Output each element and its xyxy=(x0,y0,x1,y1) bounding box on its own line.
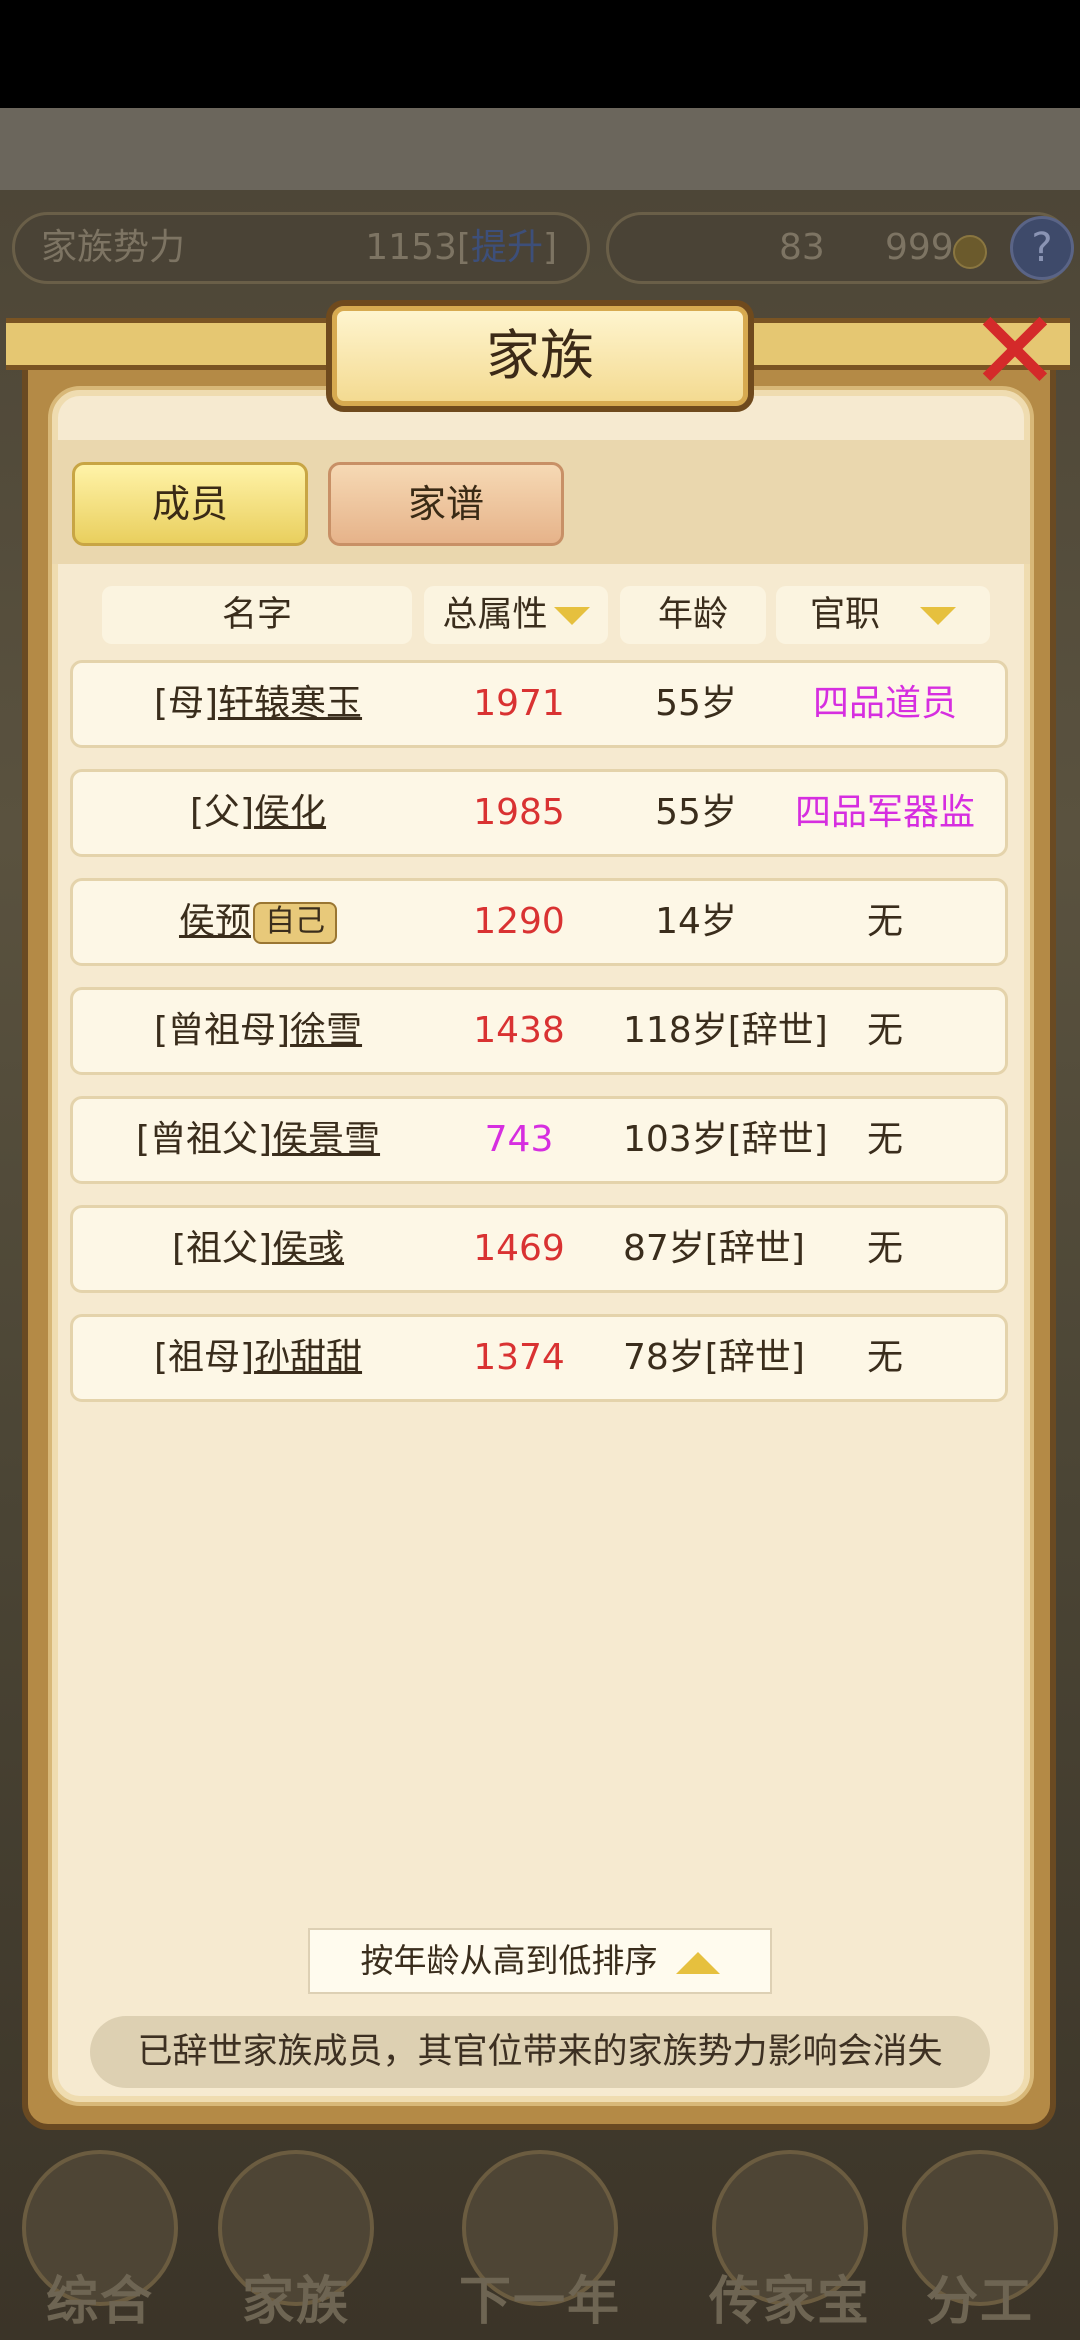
member-attr: 743 xyxy=(484,1119,554,1160)
member-attr: 1469 xyxy=(473,1228,565,1269)
nav-next-year[interactable]: 下一年 xyxy=(440,2140,640,2340)
member-attr: 1438 xyxy=(473,1010,565,1051)
nav-heirloom[interactable]: 传家宝 xyxy=(690,2140,890,2340)
member-name: [母]轩辕寒玉 xyxy=(153,683,363,724)
member-name: [曾祖母]徐雪 xyxy=(153,1010,363,1051)
member-name: [父]侯化 xyxy=(189,792,327,833)
member-post: 无 xyxy=(866,1228,903,1269)
member-link[interactable]: 侯彧 xyxy=(272,1228,344,1269)
member-link[interactable]: 侯化 xyxy=(254,792,326,833)
member-post: 四品军器监 xyxy=(794,792,975,833)
member-link[interactable]: 轩辕寒玉 xyxy=(218,683,362,724)
table-row[interactable]: [曾祖母]徐雪 1438 118岁[辞世] 无 xyxy=(70,987,1008,1075)
nav-label: 综合 xyxy=(45,2272,154,2332)
currency-bar: 83 999 xyxy=(606,212,1072,284)
family-power-bar: 家族势力 1153[提升] xyxy=(12,212,590,284)
nav-label: 家族 xyxy=(241,2272,350,2332)
member-post: 无 xyxy=(866,1119,903,1160)
column-header-post[interactable]: 官职 xyxy=(776,586,990,644)
member-post: 无 xyxy=(866,901,903,942)
nav-division[interactable]: 分工 xyxy=(880,2140,1080,2340)
nav-label: 下一年 xyxy=(458,2272,621,2332)
modal-title: 家族 xyxy=(326,300,754,412)
nav-label: 分工 xyxy=(925,2272,1034,2332)
member-age: 103岁[辞世] xyxy=(623,1119,828,1160)
family-power-value: 1153[提升] xyxy=(365,227,557,268)
member-age: 118岁[辞世] xyxy=(623,1010,828,1051)
currency-1-value: 83 xyxy=(779,227,825,268)
column-header-attr-label: 总属性 xyxy=(442,595,548,635)
member-age: 87岁[辞世] xyxy=(623,1228,805,1269)
tab-genealogy[interactable]: 家谱 xyxy=(328,462,564,546)
header-ornament-left xyxy=(6,318,352,370)
improve-link[interactable]: 提升 xyxy=(471,227,543,268)
table-row[interactable]: [祖父]侯彧 1469 87岁[辞世] 无 xyxy=(70,1205,1008,1293)
column-header-post-label: 官职 xyxy=(809,595,880,635)
member-post: 无 xyxy=(866,1337,903,1378)
member-name: [曾祖父]侯景雪 xyxy=(135,1119,381,1160)
member-name: [祖父]侯彧 xyxy=(171,1228,345,1269)
deceased-notice: 已辞世家族成员，其官位带来的家族势力影响会消失 xyxy=(90,2016,990,2088)
member-link[interactable]: 侯景雪 xyxy=(272,1119,380,1160)
column-header-attr[interactable]: 总属性 xyxy=(424,586,608,644)
member-post: 无 xyxy=(866,1010,903,1051)
member-attr: 1971 xyxy=(473,683,565,724)
top-strip xyxy=(0,108,1080,190)
table-row[interactable]: [祖母]孙甜甜 1374 78岁[辞世] 无 xyxy=(70,1314,1008,1402)
member-age: 14岁 xyxy=(655,901,737,942)
member-post: 四品道员 xyxy=(812,683,957,724)
coin-icon xyxy=(953,235,987,269)
table-row[interactable]: [母]轩辕寒玉 1971 55岁 四品道员 xyxy=(70,660,1008,748)
family-power-label: 家族势力 xyxy=(41,227,186,268)
table-row[interactable]: [父]侯化 1985 55岁 四品军器监 xyxy=(70,769,1008,857)
member-link[interactable]: 侯预 xyxy=(179,901,251,942)
self-badge: 自己 xyxy=(253,902,337,944)
column-header-age: 年龄 xyxy=(620,586,766,644)
member-age: 55岁 xyxy=(655,792,737,833)
bottom-nav: 综合 家族 下一年 传家宝 分工 xyxy=(0,2140,1080,2340)
status-bar xyxy=(0,0,1080,108)
member-link[interactable]: 孙甜甜 xyxy=(254,1337,362,1378)
member-attr: 1374 xyxy=(473,1337,565,1378)
nav-family[interactable]: 家族 xyxy=(196,2140,396,2340)
sort-label: 按年龄从高到低排序 xyxy=(360,1941,658,1980)
member-attr: 1985 xyxy=(473,792,565,833)
sort-up-icon xyxy=(675,1951,720,1974)
currency-2-value: 999 xyxy=(885,227,954,268)
member-age: 78岁[辞世] xyxy=(623,1337,805,1378)
table-row[interactable]: 侯预 自己 1290 14岁 无 xyxy=(70,878,1008,966)
sort-down-icon xyxy=(553,607,590,625)
nav-overview[interactable]: 综合 xyxy=(0,2140,200,2340)
tab-members[interactable]: 成员 xyxy=(72,462,308,546)
member-attr: 1290 xyxy=(473,901,565,942)
member-name: 侯预 自己 xyxy=(103,881,413,963)
sort-by-age-button[interactable]: 按年龄从高到低排序 xyxy=(308,1928,772,1994)
column-header-name: 名字 xyxy=(102,586,412,644)
member-link[interactable]: 徐雪 xyxy=(290,1010,362,1051)
sort-down-icon xyxy=(920,607,956,625)
help-button[interactable]: ? xyxy=(1010,216,1074,280)
member-age: 55岁 xyxy=(655,683,737,724)
member-name: [祖母]孙甜甜 xyxy=(153,1337,363,1378)
nav-label: 传家宝 xyxy=(708,2272,871,2332)
close-icon[interactable]: ✕ xyxy=(960,296,1070,406)
table-row[interactable]: [曾祖父]侯景雪 743 103岁[辞世] 无 xyxy=(70,1096,1008,1184)
